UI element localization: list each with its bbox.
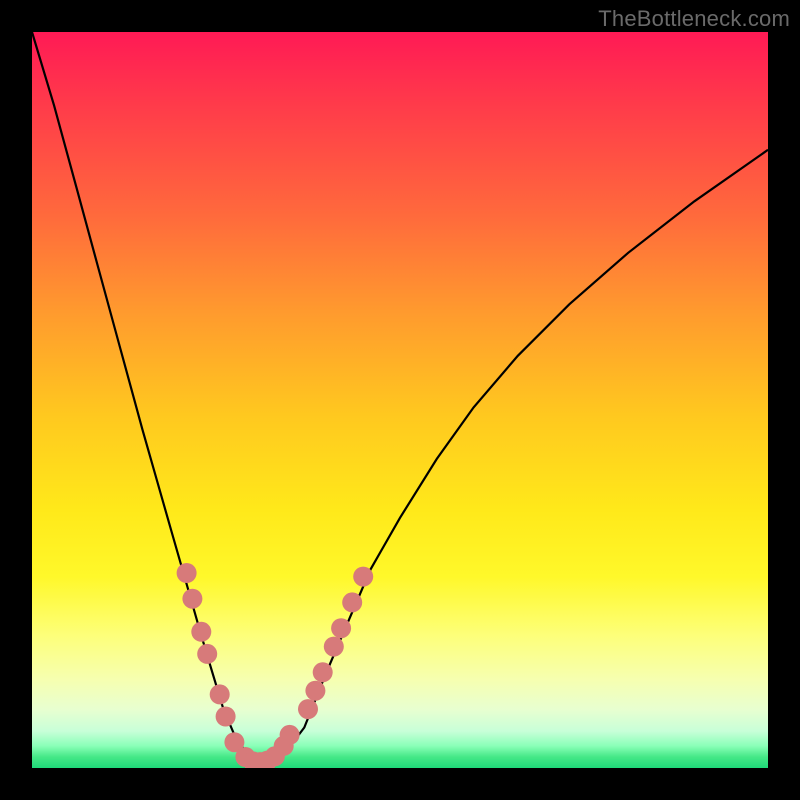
marker-dots [177,563,374,768]
marker-dot [313,662,333,682]
marker-dot [353,567,373,587]
marker-dot [324,637,344,657]
curve-svg [32,32,768,768]
watermark-text: TheBottleneck.com [598,6,790,32]
marker-dot [298,699,318,719]
marker-dot [182,589,202,609]
marker-dot [177,563,197,583]
marker-dot [342,592,362,612]
curve-path [32,32,768,762]
marker-dot [197,644,217,664]
chart-frame: TheBottleneck.com [0,0,800,800]
marker-dot [331,618,351,638]
marker-dot [280,725,300,745]
marker-dot [305,681,325,701]
marker-dot [216,707,236,727]
plot-area [32,32,768,768]
marker-dot [191,622,211,642]
marker-dot [210,684,230,704]
